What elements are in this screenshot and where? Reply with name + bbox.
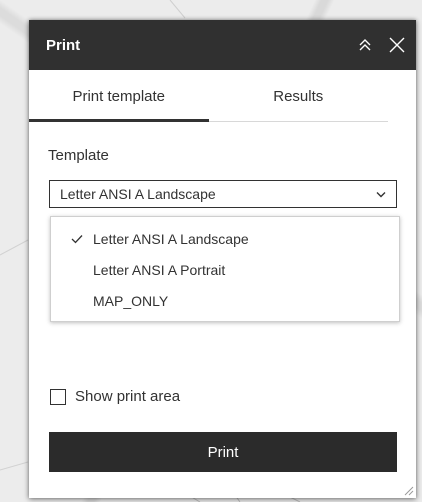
option-label: Letter ANSI A Portrait bbox=[93, 261, 226, 278]
template-dropdown-menu: Letter ANSI A Landscape Letter ANSI A Po… bbox=[50, 216, 400, 322]
tab-results[interactable]: Results bbox=[209, 70, 389, 122]
template-select-value: Letter ANSI A Landscape bbox=[60, 186, 216, 202]
template-option-map-only[interactable]: MAP_ONLY bbox=[51, 285, 399, 316]
template-select[interactable]: Letter ANSI A Landscape bbox=[49, 180, 397, 208]
show-print-area-label: Show print area bbox=[75, 388, 181, 405]
tab-label: Results bbox=[273, 87, 324, 105]
tab-bar: Print template Results bbox=[29, 70, 416, 122]
option-label: MAP_ONLY bbox=[93, 292, 169, 309]
tab-label: Print template bbox=[72, 87, 166, 105]
option-label: Letter ANSI A Landscape bbox=[93, 230, 249, 247]
double-chevron-up-icon[interactable] bbox=[352, 32, 378, 58]
checkmark-icon bbox=[71, 234, 93, 244]
template-option-landscape[interactable]: Letter ANSI A Landscape bbox=[51, 223, 399, 254]
panel-titlebar[interactable]: Print bbox=[29, 20, 416, 70]
template-option-portrait[interactable]: Letter ANSI A Portrait bbox=[51, 254, 399, 285]
print-button[interactable]: Print bbox=[49, 432, 397, 472]
resize-handle-icon[interactable] bbox=[402, 484, 414, 496]
panel-title: Print bbox=[46, 36, 81, 54]
chevron-down-icon bbox=[376, 189, 386, 199]
template-label: Template bbox=[48, 147, 109, 164]
show-print-area-toggle[interactable]: Show print area bbox=[50, 388, 180, 405]
tab-print-template[interactable]: Print template bbox=[29, 70, 209, 122]
show-print-area-checkbox[interactable] bbox=[50, 388, 66, 405]
close-icon[interactable] bbox=[384, 32, 410, 58]
print-button-label: Print bbox=[207, 443, 239, 461]
print-panel: Print Print template Results Template Le… bbox=[29, 20, 416, 498]
